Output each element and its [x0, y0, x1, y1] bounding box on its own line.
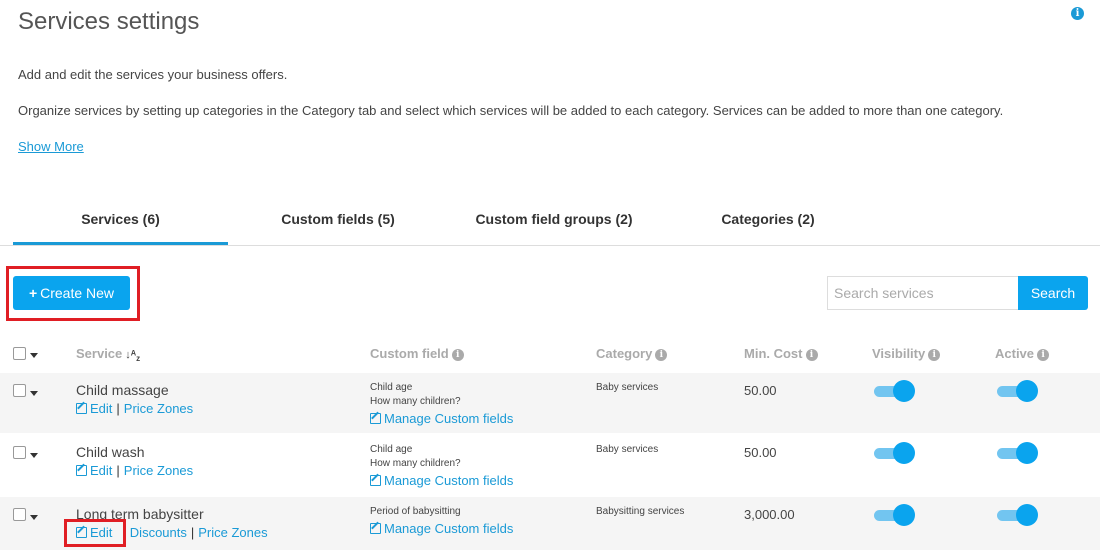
column-header-custom-field: Custom field i	[370, 346, 464, 361]
custom-field-item: How many children?	[370, 396, 461, 407]
edit-icon	[370, 413, 381, 424]
page-description-detail: Organize services by setting up categori…	[18, 103, 1004, 118]
manage-custom-fields-link[interactable]: Manage Custom fields	[370, 521, 513, 536]
custom-field-item: How many children?	[370, 458, 461, 469]
custom-field-list: Child age How many children?	[370, 381, 461, 409]
visibility-toggle[interactable]	[874, 504, 915, 526]
tab-categories[interactable]: Categories (2)	[680, 195, 856, 245]
custom-field-list: Period of babysitting	[370, 505, 461, 519]
column-header-category: Category i	[596, 346, 668, 361]
search-button[interactable]: Search	[1018, 276, 1088, 310]
column-label-category: Category	[596, 346, 653, 361]
table-row	[0, 497, 1100, 550]
tab-bar: Services (6) Custom fields (5) Custom fi…	[0, 195, 1100, 246]
show-more-link[interactable]: Show More	[18, 139, 84, 154]
tab-custom-field-groups[interactable]: Custom field groups (2)	[448, 195, 660, 245]
page-title: Services settings	[18, 8, 200, 35]
info-icon[interactable]: i	[451, 349, 464, 361]
custom-field-item: Period of babysitting	[370, 506, 461, 517]
manage-label: Manage Custom fields	[384, 521, 514, 536]
visibility-toggle[interactable]	[874, 380, 915, 402]
category-cell: Baby services	[596, 382, 659, 393]
tab-custom-fields[interactable]: Custom fields (5)	[248, 195, 428, 245]
edit-label: Edit	[90, 463, 113, 478]
column-header-service[interactable]: Service ↓ᴬz	[76, 346, 140, 363]
tab-services[interactable]: Services (6)	[13, 195, 228, 245]
price-zones-link[interactable]: Price Zones	[124, 463, 193, 478]
active-toggle[interactable]	[997, 442, 1038, 464]
visibility-toggle[interactable]	[874, 442, 915, 464]
price-zones-link[interactable]: Price Zones	[124, 401, 193, 416]
column-label-min-cost: Min. Cost	[744, 346, 803, 361]
chevron-down-icon[interactable]	[30, 391, 38, 396]
min-cost-cell: 50.00	[744, 445, 777, 460]
custom-field-item: Child age	[370, 444, 413, 455]
page-description: Add and edit the services your business …	[18, 67, 288, 82]
custom-field-item: Child age	[370, 382, 413, 393]
info-icon[interactable]: i	[655, 349, 668, 361]
edit-link[interactable]: Edit	[76, 463, 112, 478]
row-checkbox[interactable]	[13, 384, 26, 397]
column-header-visibility: Visibility i	[872, 346, 941, 361]
info-icon[interactable]: i	[1037, 349, 1050, 361]
chevron-down-icon[interactable]	[30, 353, 38, 358]
edit-link-highlight	[64, 519, 126, 547]
chevron-down-icon[interactable]	[30, 515, 38, 520]
create-new-label: Create New	[40, 285, 115, 301]
service-name: Child massage	[76, 382, 169, 398]
column-label-service: Service	[76, 346, 123, 361]
price-zones-link[interactable]: Price Zones	[198, 525, 267, 540]
select-all-checkbox[interactable]	[13, 347, 26, 360]
info-icon[interactable]: i	[805, 349, 818, 361]
create-new-button[interactable]: + Create New	[13, 276, 130, 310]
sort-icon[interactable]: ↓ᴬz	[125, 349, 140, 363]
min-cost-cell: 50.00	[744, 383, 777, 398]
search-input[interactable]: Search services	[827, 276, 1019, 310]
column-label-active: Active	[995, 346, 1035, 361]
edit-label: Edit	[90, 401, 113, 416]
info-icon[interactable]: i	[928, 349, 941, 361]
column-header-active: Active i	[995, 346, 1050, 361]
info-icon[interactable]: i	[1071, 7, 1084, 20]
column-label-visibility: Visibility	[872, 346, 926, 361]
edit-icon	[370, 523, 381, 534]
manage-custom-fields-link[interactable]: Manage Custom fields	[370, 473, 513, 488]
edit-icon	[370, 475, 381, 486]
manage-label: Manage Custom fields	[384, 473, 514, 488]
active-toggle[interactable]	[997, 504, 1038, 526]
row-checkbox[interactable]	[13, 446, 26, 459]
row-checkbox[interactable]	[13, 508, 26, 521]
manage-custom-fields-link[interactable]: Manage Custom fields	[370, 411, 513, 426]
edit-icon	[76, 465, 87, 476]
custom-field-list: Child age How many children?	[370, 443, 461, 471]
category-cell: Baby services	[596, 444, 659, 455]
plus-icon: +	[28, 285, 38, 301]
manage-label: Manage Custom fields	[384, 411, 514, 426]
min-cost-cell: 3,000.00	[744, 507, 795, 522]
edit-link[interactable]: Edit	[76, 401, 112, 416]
separator: |	[116, 463, 120, 478]
column-header-min-cost: Min. Cost i	[744, 346, 818, 361]
separator: |	[190, 525, 195, 540]
edit-icon	[76, 403, 87, 414]
column-label-custom-field: Custom field	[370, 346, 449, 361]
category-cell: Babysitting services	[596, 506, 685, 517]
separator: |	[116, 401, 120, 416]
chevron-down-icon[interactable]	[30, 453, 38, 458]
service-name: Child wash	[76, 444, 145, 460]
service-links: Edit | Price Zones	[76, 401, 193, 416]
discounts-link[interactable]: Discounts	[130, 525, 187, 540]
service-links: Edit | Price Zones	[76, 463, 193, 478]
active-toggle[interactable]	[997, 380, 1038, 402]
